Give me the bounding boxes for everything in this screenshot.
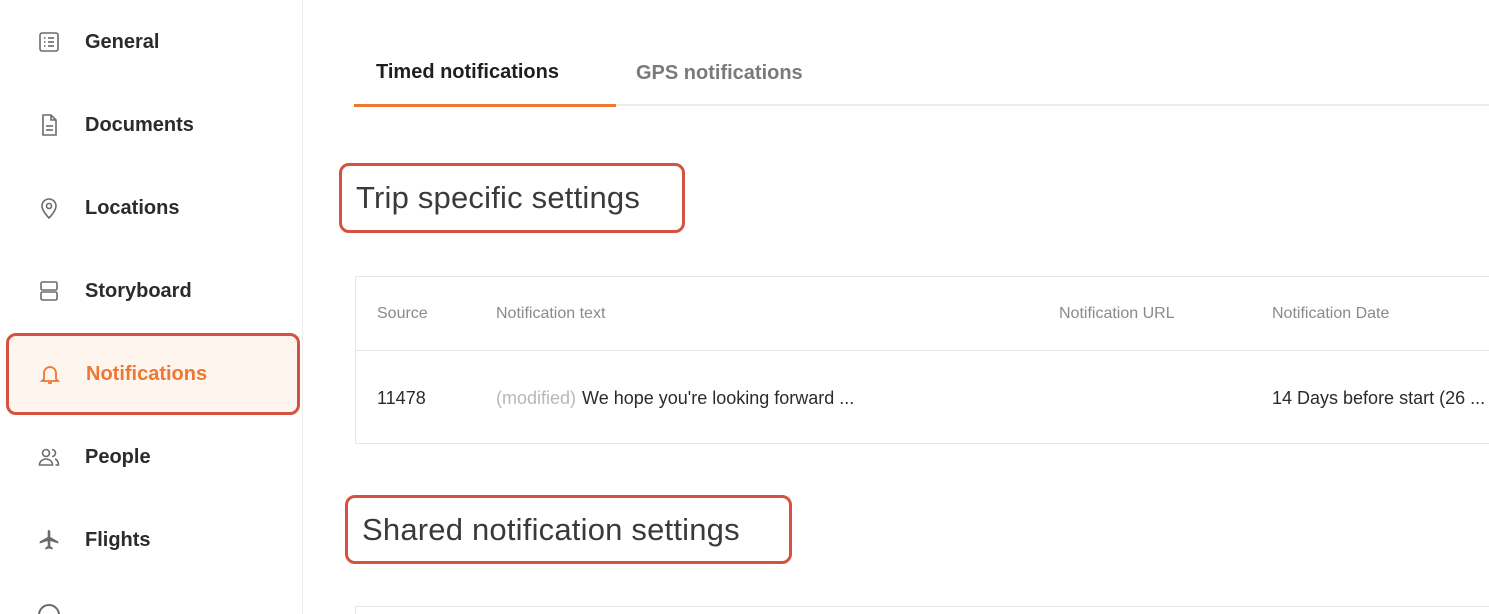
column-header-source[interactable]: Source bbox=[377, 277, 428, 351]
sidebar: General Documents Locations Storyboard N… bbox=[0, 0, 303, 614]
cell-source: 11478 bbox=[377, 387, 426, 408]
airplane-icon bbox=[36, 527, 62, 553]
partial-nav-icon bbox=[38, 604, 60, 614]
sidebar-item-label: Flights bbox=[85, 528, 151, 551]
trip-settings-title: Trip specific settings bbox=[339, 163, 685, 233]
list-icon bbox=[36, 29, 62, 55]
document-icon bbox=[36, 112, 62, 138]
column-header-notification-text[interactable]: Notification text bbox=[496, 277, 605, 351]
sidebar-item-people[interactable]: People bbox=[8, 417, 300, 497]
tab-timed-notifications[interactable]: Timed notifications bbox=[354, 40, 616, 107]
trip-notifications-table: Source Notification text Notification UR… bbox=[355, 276, 1489, 444]
sidebar-item-label: Storyboard bbox=[85, 279, 192, 302]
modified-tag: (modified) bbox=[496, 387, 577, 408]
sidebar-item-general[interactable]: General bbox=[8, 2, 300, 82]
sidebar-item-label: People bbox=[85, 445, 151, 468]
notification-tabs: Timed notifications GPS notifications bbox=[354, 40, 1489, 107]
bell-icon bbox=[37, 361, 63, 387]
column-header-notification-url[interactable]: Notification URL bbox=[1059, 277, 1175, 351]
people-icon bbox=[36, 444, 62, 470]
sidebar-item-label: Documents bbox=[85, 113, 194, 136]
sidebar-item-locations[interactable]: Locations bbox=[8, 168, 300, 248]
sidebar-item-label: Locations bbox=[85, 196, 180, 219]
sidebar-item-label: Notifications bbox=[86, 362, 208, 385]
cell-notification-date: 14 Days before start (26 ... bbox=[1272, 387, 1486, 408]
sidebar-item-documents[interactable]: Documents bbox=[8, 85, 300, 165]
cell-notification-text: (modified) We hope you're looking forwar… bbox=[496, 351, 854, 445]
section-title-text: Trip specific settings bbox=[356, 180, 641, 215]
storyboard-icon bbox=[36, 278, 62, 304]
location-pin-icon bbox=[36, 195, 62, 221]
main-content: Timed notifications GPS notifications Tr… bbox=[304, 0, 1489, 614]
sidebar-item-storyboard[interactable]: Storyboard bbox=[8, 251, 300, 331]
tab-gps-notifications[interactable]: GPS notifications bbox=[636, 40, 803, 106]
shared-notifications-table bbox=[355, 606, 1489, 614]
sidebar-item-flights[interactable]: Flights bbox=[8, 500, 300, 580]
sidebar-item-label: General bbox=[85, 30, 160, 53]
shared-settings-title: Shared notification settings bbox=[345, 495, 792, 564]
table-row[interactable]: 11478 (modified) We hope you're looking … bbox=[356, 351, 1489, 445]
sidebar-item-notifications[interactable]: Notifications bbox=[6, 333, 300, 415]
section-title-text: Shared notification settings bbox=[362, 511, 740, 547]
notification-text-value: We hope you're looking forward ... bbox=[582, 387, 855, 408]
column-header-notification-date[interactable]: Notification Date bbox=[1272, 277, 1489, 351]
table-header: Source Notification text Notification UR… bbox=[356, 277, 1489, 351]
